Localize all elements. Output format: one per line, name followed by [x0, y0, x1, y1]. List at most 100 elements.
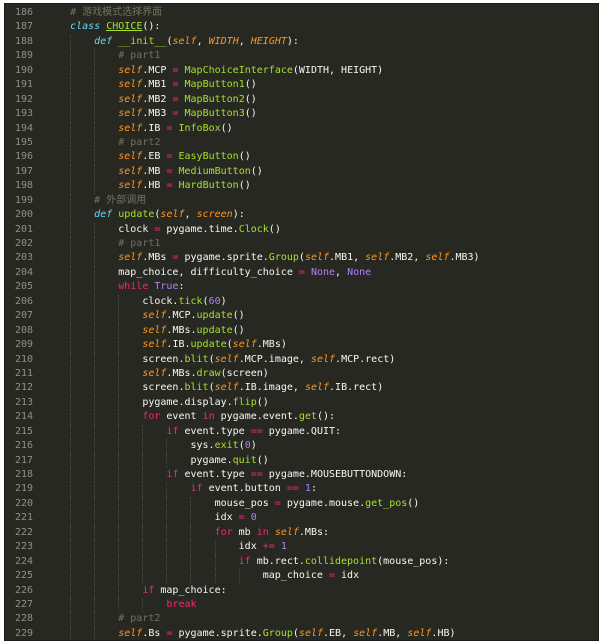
- code-token: .MB3: [142, 108, 173, 120]
- indent-guide: [70, 222, 72, 237]
- indent-guide: [118, 583, 120, 598]
- indent-guide: [70, 439, 72, 454]
- indent-guide: [94, 78, 96, 93]
- code-token: .HB: [142, 180, 167, 192]
- indent-guide: [94, 280, 96, 295]
- indent-guide: [70, 92, 72, 108]
- code-token: # part1: [118, 50, 161, 62]
- indent-guide: [70, 612, 72, 627]
- code-token: self: [118, 165, 143, 177]
- code-token: get: [298, 411, 317, 423]
- code-line: 228 # part2: [5, 612, 598, 627]
- code-token: (mouse_pos):: [377, 555, 450, 567]
- code-token: .IB.: [166, 339, 191, 351]
- code-line: 207 self.MCP.update(): [5, 309, 598, 324]
- code-token: (): [238, 151, 251, 163]
- code-token: # part2: [118, 136, 161, 148]
- code-token: event.type: [178, 469, 251, 480]
- code-token: screen: [196, 209, 233, 221]
- line-number: 205: [14, 281, 33, 293]
- line-number: 198: [14, 180, 33, 192]
- code-line: 227 break: [5, 597, 598, 613]
- code-line: 208 self.MBs.update(): [5, 323, 598, 339]
- line-number: 224: [14, 555, 33, 567]
- indent-guide: [94, 164, 96, 180]
- code-token: if: [238, 555, 251, 567]
- code-token: ):: [286, 35, 299, 47]
- code-text: # 游戏模式选择界面: [46, 7, 162, 18]
- code-line: 216 sys.exit(0): [5, 439, 598, 454]
- indent-guide: [70, 150, 72, 165]
- code-editor[interactable]: 186 # 游戏模式选择界面 187 class CHOICE(): 188 def…: [4, 3, 599, 641]
- line-number: 202: [14, 238, 33, 249]
- line-number: 223: [14, 541, 33, 553]
- code-token: self: [118, 93, 143, 105]
- code-token: .MB2,: [389, 252, 426, 264]
- indent-guide: [190, 511, 192, 526]
- code-line: 195 # part2: [5, 135, 598, 151]
- indent-guide: [190, 525, 192, 541]
- code-token: ): [250, 440, 257, 452]
- indent-guide: [94, 439, 96, 454]
- code-text: self.MCP = MapChoiceInterface(WIDTH, HEI…: [46, 65, 383, 76]
- code-token: map_choice, difficulty_choice: [118, 266, 299, 278]
- code-text: self.IB.update(self.MBs): [46, 339, 287, 350]
- code-token: pygame.sprite.: [172, 627, 263, 639]
- line-number: 208: [14, 324, 33, 336]
- line-number: 189: [14, 50, 33, 62]
- code-token: in: [256, 526, 269, 538]
- code-token: (): [244, 108, 257, 120]
- code-text: mouse_pos = pygame.mouse.get_pos(): [46, 497, 420, 509]
- code-text: screen.blit(self.IB.image, self.IB.rect): [46, 382, 383, 393]
- code-text: self.MBs.update(): [46, 324, 244, 336]
- indent-guide: [118, 323, 120, 339]
- code-text: self.EB = EasyButton(): [46, 151, 251, 162]
- code-line: 191 self.MB1 = MapButton1(): [5, 78, 598, 93]
- code-token: .IB.image,: [238, 382, 305, 394]
- code-token: self: [142, 310, 167, 322]
- indent-guide: [94, 135, 96, 151]
- code-token: self: [118, 79, 143, 91]
- code-token: MapButton2: [184, 93, 245, 105]
- code-token: (): [238, 180, 251, 192]
- code-token: update: [190, 339, 227, 351]
- code-token: pygame.QUIT:: [262, 425, 342, 437]
- line-number: 222: [14, 526, 33, 538]
- indent-guide: [70, 179, 72, 194]
- indent-guide: [166, 496, 168, 512]
- code-token: self: [142, 324, 167, 336]
- indent-guide: [94, 150, 96, 165]
- code-token: self: [214, 382, 239, 394]
- code-token: if: [190, 483, 203, 495]
- code-token: .HB): [431, 627, 456, 639]
- code-area[interactable]: 186 # 游戏模式选择界面 187 class CHOICE(): 188 def…: [5, 6, 598, 640]
- code-line: 200 def update(self, screen):: [5, 208, 598, 223]
- code-token: (): [407, 497, 420, 509]
- code-token: pygame.mouse.: [280, 497, 366, 509]
- indent-guide: [94, 179, 96, 194]
- code-token: # 外部调用: [94, 194, 147, 206]
- code-token: in: [202, 411, 215, 423]
- code-token: Group: [268, 252, 299, 264]
- indent-guide: [70, 395, 72, 411]
- code-text: if event.type == pygame.QUIT:: [46, 426, 341, 437]
- indent-guide: [70, 294, 72, 310]
- code-text: self.MCP.update(): [46, 310, 245, 322]
- code-text: while True:: [46, 281, 184, 292]
- code-token: (): [232, 310, 245, 322]
- code-token: # part2: [118, 613, 161, 625]
- code-token: map_choice: [262, 570, 329, 582]
- code-token: update: [196, 324, 233, 336]
- code-token: (): [268, 223, 281, 235]
- code-text: # 外部调用: [46, 195, 146, 206]
- indent-guide: [166, 540, 168, 555]
- line-number: 195: [14, 136, 33, 148]
- code-token: mb.rect.: [250, 555, 305, 567]
- indent-guide: [70, 63, 72, 79]
- code-text: self.MB1 = MapButton1(): [46, 79, 257, 90]
- code-token: MapChoiceInterface: [184, 64, 293, 76]
- code-token: pygame.time.: [160, 223, 239, 235]
- code-token: None: [347, 266, 372, 278]
- line-number: 200: [14, 209, 33, 221]
- code-line: 213 pygame.display.flip(): [5, 395, 598, 411]
